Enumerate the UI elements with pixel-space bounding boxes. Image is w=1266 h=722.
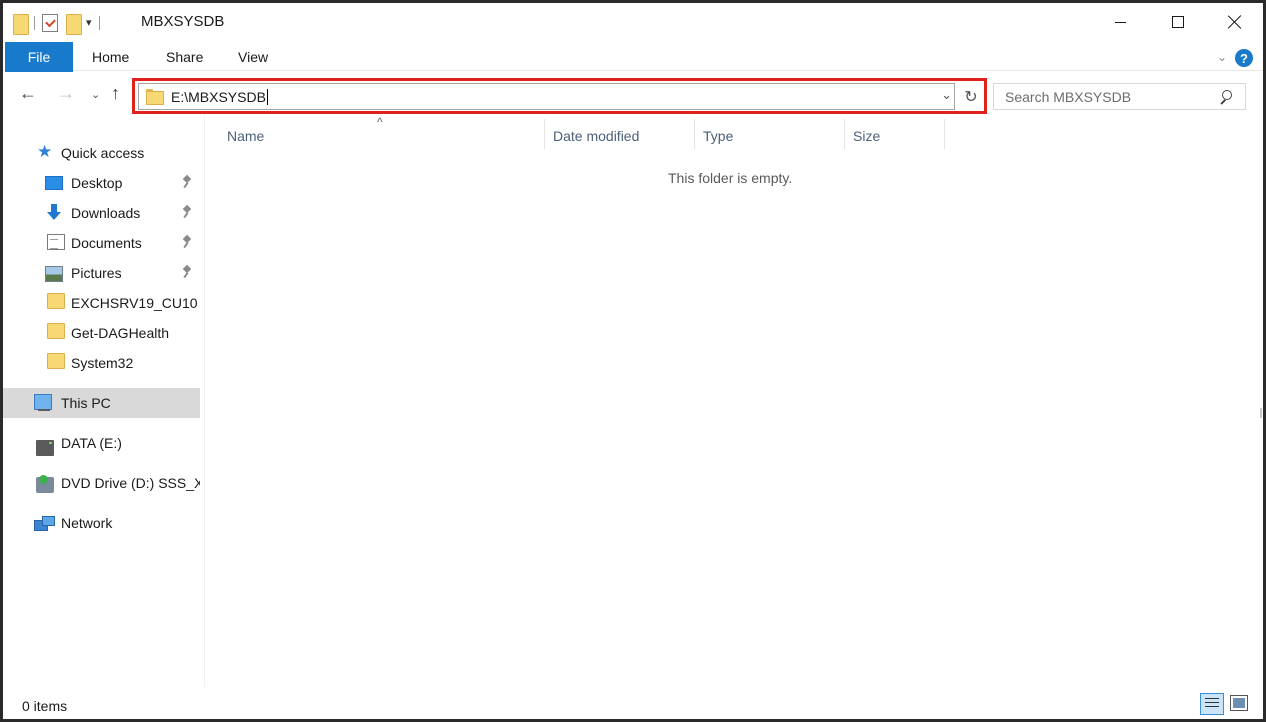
column-divider[interactable] [944,119,945,149]
sidebar-item-quick-access[interactable]: ★ Quick access [3,138,200,168]
sidebar-item-label: Pictures [71,265,122,281]
sidebar-item-label: Network [61,515,113,531]
sidebar-item-data-drive[interactable]: DATA (E:) [3,428,200,458]
sidebar-item-network[interactable]: Network [3,508,200,538]
maximize-button[interactable] [1149,3,1206,41]
file-explorer-window: ▾ MBXSYSDB File Home Share View ⌄ ? ← → … [3,3,1263,719]
sidebar-item-pictures[interactable]: Pictures [3,258,200,288]
folder-icon [47,293,65,309]
text-cursor [266,89,268,105]
details-view-button[interactable] [1200,693,1224,715]
expand-ribbon-icon[interactable]: ⌄ [1217,50,1227,64]
address-bar[interactable]: E:\MBXSYSDB ⌄ [138,83,955,110]
sidebar-item-exchsrv19-cu10[interactable]: EXCHSRV19_CU10 [3,288,200,318]
sidebar-item-label: Get-DAGHealth [71,325,170,341]
pin-icon[interactable] [182,206,192,218]
column-header-name[interactable]: Name [227,123,264,149]
search-icon [1219,90,1232,103]
new-folder-icon[interactable] [66,13,82,35]
folder-icon[interactable] [13,13,29,35]
tab-home[interactable]: Home [92,49,129,65]
network-icon [34,516,55,532]
help-icon[interactable]: ? [1235,49,1253,67]
sidebar-item-this-pc[interactable]: This PC [3,388,200,418]
column-header-type[interactable]: Type [703,123,733,149]
sidebar-item-system32[interactable]: System32 [3,348,200,378]
sidebar-item-label: Desktop [71,175,123,191]
toolbar-separator [34,16,35,30]
column-header-date-modified[interactable]: Date modified [553,123,639,149]
pin-icon[interactable] [182,266,192,278]
address-history-dropdown[interactable]: ⌄ [941,87,952,103]
sidebar-item-label: EXCHSRV19_CU10 [71,295,198,311]
this-pc-icon [34,394,52,411]
large-icons-view-button[interactable] [1230,695,1248,711]
window-title: MBXSYSDB [141,13,225,30]
empty-folder-message: This folder is empty. [668,170,793,186]
tab-view[interactable]: View [238,49,268,65]
item-count: 0 items [22,698,68,714]
folder-icon [47,353,65,369]
address-input[interactable]: E:\MBXSYSDB [171,89,268,105]
sidebar-item-label: System32 [71,355,134,371]
tab-file[interactable]: File [5,42,73,72]
ribbon-tabs: File Home Share View ⌄ ? [3,41,1263,72]
desktop-icon [45,176,63,190]
minimize-icon [1115,21,1126,23]
scrollbar-marker [1260,408,1262,418]
status-bar: 0 items [3,689,1263,719]
close-icon [1228,15,1242,29]
back-button[interactable]: ← [19,83,37,103]
sidebar-item-desktop[interactable]: Desktop [3,168,200,198]
sidebar-item-label: This PC [61,395,111,411]
documents-icon [47,234,65,250]
sort-ascending-icon: ^ [377,115,383,129]
pin-icon[interactable] [182,236,192,248]
sidebar-item-label: Quick access [61,145,145,161]
download-icon [45,204,63,220]
up-button[interactable]: ↑ [111,83,120,103]
folder-icon [146,89,164,105]
column-divider[interactable] [694,119,695,149]
sidebar-item-dvd-drive[interactable]: DVD Drive (D:) SSS_X6 [3,468,200,498]
toolbar-separator [98,16,100,30]
sidebar-item-documents[interactable]: Documents [3,228,200,258]
quick-access-toolbar: ▾ [13,12,107,35]
recent-locations-dropdown[interactable]: ⌄ [91,85,100,105]
drive-icon [36,440,54,456]
star-icon: ★ [37,142,53,161]
properties-icon[interactable] [42,14,58,32]
sidebar-item-get-daghealth[interactable]: Get-DAGHealth [3,318,200,348]
file-list-pane[interactable]: ^ Name Date modified Type Size This fold… [204,115,1258,687]
close-button[interactable] [1206,3,1263,41]
column-header-size[interactable]: Size [853,123,880,149]
address-value: E:\MBXSYSDB [171,89,266,105]
maximize-icon [1171,16,1184,28]
column-divider[interactable] [544,119,545,149]
tab-share[interactable]: Share [166,49,203,65]
sidebar-item-label: DATA (E:) [61,435,122,451]
refresh-button[interactable]: ↻ [958,84,984,109]
pictures-icon [45,266,63,282]
title-bar: ▾ MBXSYSDB [3,3,1263,41]
search-input[interactable]: Search MBXSYSDB [993,83,1246,110]
pin-icon[interactable] [182,176,192,188]
navigation-bar: ← → ⌄ ↑ E:\MBXSYSDB ⌄ ↻ Search MBXSYSDB [3,75,1263,115]
customize-toolbar-dropdown[interactable]: ▾ [86,17,92,29]
folder-icon [47,323,65,339]
dvd-drive-icon [36,475,54,493]
sidebar-item-downloads[interactable]: Downloads [3,198,200,228]
search-placeholder: Search MBXSYSDB [1005,89,1132,105]
minimize-button[interactable] [1092,3,1149,41]
sidebar-item-label: Documents [71,235,142,251]
forward-button[interactable]: → [57,83,75,103]
navigation-pane: ★ Quick access Desktop Downloads Documen… [3,115,202,687]
column-divider[interactable] [844,119,845,149]
sidebar-item-label: DVD Drive (D:) SSS_X6 [61,475,200,491]
sidebar-item-label: Downloads [71,205,141,221]
